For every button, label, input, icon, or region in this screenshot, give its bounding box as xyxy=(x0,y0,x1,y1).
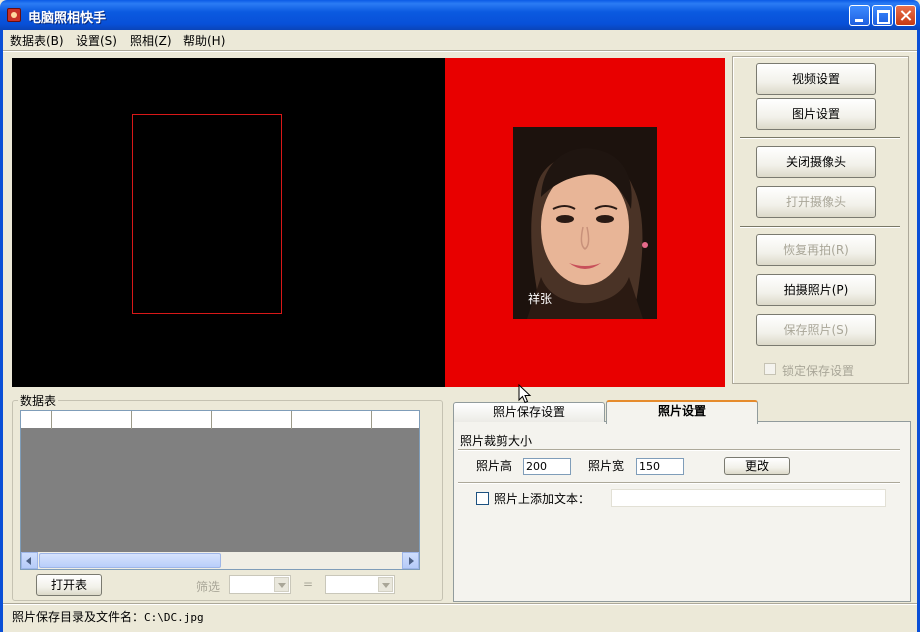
photo-width-input[interactable]: 150 xyxy=(636,458,684,475)
scroll-right-button[interactable] xyxy=(402,552,419,569)
grid-column-header[interactable] xyxy=(212,411,292,429)
crop-size-label: 照片裁剪大小 xyxy=(460,434,533,448)
grid-column-header[interactable] xyxy=(21,411,52,429)
retake-button[interactable]: 恢复再拍(R) xyxy=(756,234,876,266)
chevron-down-icon xyxy=(382,583,390,588)
scroll-left-button[interactable] xyxy=(21,552,38,569)
crop-frame[interactable] xyxy=(132,114,282,314)
window-title: 电脑照相快手 xyxy=(28,11,107,26)
arrow-right-icon xyxy=(409,557,414,565)
window-frame-left xyxy=(0,30,3,632)
scroll-thumb[interactable] xyxy=(39,553,221,568)
grid-header xyxy=(21,411,419,429)
filter-label: 筛选 xyxy=(196,580,221,594)
dropdown-button[interactable] xyxy=(378,577,393,592)
save-photo-button[interactable]: 保存照片(S) xyxy=(756,314,876,346)
overlay-text-input[interactable] xyxy=(611,489,886,507)
maximize-button[interactable] xyxy=(872,5,893,26)
image-settings-button[interactable]: 图片设置 xyxy=(756,98,876,130)
dropdown-button[interactable] xyxy=(274,577,289,592)
data-grid[interactable] xyxy=(20,410,420,570)
lock-save-checkbox[interactable] xyxy=(764,363,776,375)
menu-photo[interactable]: 照相(Z) xyxy=(126,32,176,50)
photo-width-label: 照片宽 xyxy=(588,459,625,473)
minimize-button[interactable] xyxy=(849,5,870,26)
camera-app-icon xyxy=(7,8,21,22)
grid-column-header[interactable] xyxy=(292,411,372,429)
status-separator xyxy=(3,603,917,605)
grid-column-header[interactable] xyxy=(132,411,212,429)
tab-photo-settings[interactable]: 照片设置 xyxy=(606,400,758,424)
video-settings-button[interactable]: 视频设置 xyxy=(756,63,876,95)
panel-separator xyxy=(740,137,900,139)
close-button[interactable] xyxy=(895,5,916,26)
save-path-label: 照片保存目录及文件名： xyxy=(12,610,145,624)
menu-separator xyxy=(3,50,917,52)
equals-label: = xyxy=(303,577,314,591)
mouse-cursor-icon xyxy=(518,384,532,404)
arrow-left-icon xyxy=(26,557,31,565)
save-path-status: 照片保存目录及文件名：C:\DC.jpg xyxy=(12,608,204,625)
photo-height-label: 照片高 xyxy=(476,459,513,473)
grid-column-header[interactable] xyxy=(372,411,419,429)
panel-separator xyxy=(740,226,900,228)
photo-caption: 祥张 xyxy=(528,292,553,306)
filter-value-select[interactable] xyxy=(325,575,395,594)
menu-help[interactable]: 帮助(H) xyxy=(179,32,229,50)
open-camera-button[interactable]: 打开摄像头 xyxy=(756,186,876,218)
title-bar[interactable] xyxy=(0,0,920,30)
change-button[interactable]: 更改 xyxy=(724,457,790,475)
section-separator xyxy=(458,482,900,484)
take-photo-button[interactable]: 拍摄照片(P) xyxy=(756,274,876,306)
photo-height-input[interactable]: 200 xyxy=(523,458,571,475)
add-text-label: 照片上添加文本： xyxy=(494,492,591,506)
close-camera-button[interactable]: 关闭摄像头 xyxy=(756,146,876,178)
filter-field-select[interactable] xyxy=(229,575,291,594)
add-text-checkbox[interactable] xyxy=(476,492,489,505)
menu-settings[interactable]: 设置(S) xyxy=(72,32,121,50)
section-separator xyxy=(458,449,900,451)
datatable-legend: 数据表 xyxy=(18,392,59,409)
menu-datatable[interactable]: 数据表(B) xyxy=(6,32,68,50)
grid-column-header[interactable] xyxy=(52,411,132,429)
save-path-value: C:\DC.jpg xyxy=(144,611,204,624)
open-table-button[interactable]: 打开表 xyxy=(36,574,102,596)
lock-save-label: 锁定保存设置 xyxy=(782,364,855,378)
chevron-down-icon xyxy=(278,583,286,588)
tab-photo-save-settings[interactable]: 照片保存设置 xyxy=(453,402,605,422)
